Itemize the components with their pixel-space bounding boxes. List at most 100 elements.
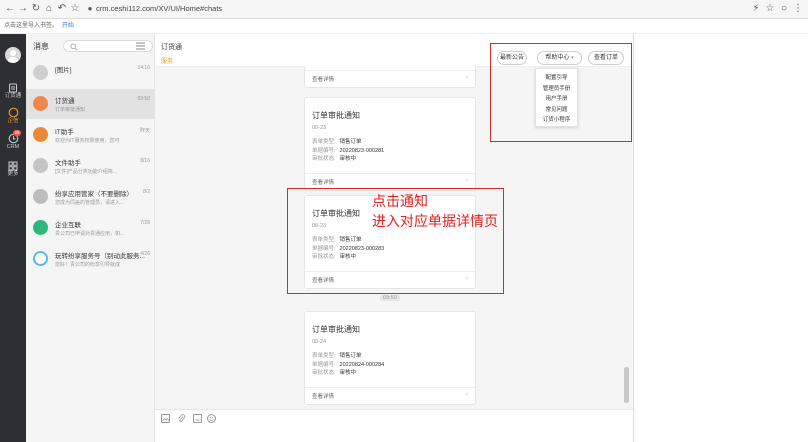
card-field-label: 单据编号: — [312, 147, 336, 154]
image-icon[interactable] — [161, 414, 170, 423]
emoji-icon[interactable] — [207, 414, 216, 423]
conversation-avatar-icon — [33, 189, 48, 204]
card-date: 08-24 — [312, 339, 327, 345]
conversation-item[interactable]: 订货通订单审批通知 09:50 — [26, 89, 154, 119]
chevron-right-icon: › — [465, 177, 468, 184]
chevron-right-icon: › — [465, 391, 468, 398]
conversation-preview: 您成为同盖的管理员，请进入... — [55, 200, 125, 206]
chat-icon — [8, 107, 18, 118]
file-icon[interactable] — [193, 414, 202, 423]
sidebar-item-label: 订货通 — [4, 93, 22, 99]
card-field-value: 审核中 — [339, 370, 357, 376]
approval-notice-card[interactable]: 订单审批通知 08-24 表单类型: 销售订单 单据编号: 20220824-000284… — [304, 311, 476, 405]
conversation-avatar-icon — [33, 158, 48, 173]
conversation-panel: 消息 [图片] 14:16 订货通订单审批通知 09:50 IT助手 欢迎为IT服务权限使… — [26, 34, 155, 442]
annotation-line-1: 点击通知 — [372, 193, 428, 209]
conversation-time: 8/16 — [140, 158, 150, 164]
card-field-label: 表单类型: — [312, 139, 336, 145]
card-field-label: 单据编号: — [312, 361, 336, 368]
undo-icon[interactable]: ↶ — [56, 3, 68, 15]
conversation-item[interactable]: 文件助手 [文件]产品分类功能介绍简... 8/16 — [26, 151, 154, 181]
forward-icon[interactable]: → — [17, 3, 29, 15]
browser-toolbar: ← → ↻ ⌂ ↶ ☆ ● crm.ceshi112.com/XV/UI/Hom… — [0, 0, 808, 19]
reload-icon[interactable]: ↻ — [30, 3, 42, 15]
card-field: 表单类型: 销售订单 — [312, 351, 362, 359]
conversation-avatar-icon — [33, 220, 48, 235]
card-field-value: 20220823-000281 — [339, 147, 385, 154]
card-field: 单据编号: 20220823-000281 — [312, 146, 384, 154]
order-icon — [9, 83, 17, 93]
conversation-time: 4/26 — [140, 251, 150, 257]
bookmark-hint: 点击这里导入书签。 开始 — [4, 23, 75, 29]
back-icon[interactable]: ← — [4, 3, 16, 15]
app-sidebar: 订货通 企信 28 CRM 更多 — [0, 34, 26, 442]
crm-badge: 28 — [13, 130, 22, 136]
lock-icon: ● — [87, 4, 93, 13]
conversation-name: [图片] — [55, 67, 72, 74]
sidebar-item-crm[interactable]: 28 CRM — [0, 130, 26, 154]
card-field-value: 20220824-000284 — [339, 361, 385, 368]
divider — [155, 409, 633, 410]
message-card-partial[interactable]: 查看详情 › — [304, 65, 476, 88]
menu-icon[interactable] — [136, 42, 145, 50]
conversation-name: 文件助手 — [55, 160, 81, 167]
chat-subtitle[interactable]: 服务 — [161, 56, 173, 65]
address-bar[interactable]: crm.ceshi112.com/XV/UI/Home#chats — [96, 3, 222, 15]
chevron-right-icon: › — [465, 74, 468, 81]
attach-icon[interactable] — [177, 414, 186, 423]
conversation-preview: 贵公司已申请对贵通应用，如... — [55, 231, 125, 237]
conversation-time: 09:50 — [137, 96, 150, 102]
approval-notice-card[interactable]: 订单审批通知 08-23 表单类型: 销售订单 单据编号: 20220823-000281… — [304, 97, 476, 191]
extension-icon[interactable]: ⚡ — [750, 3, 762, 15]
time-divider: 09:50 — [380, 295, 400, 301]
view-details-link[interactable]: 查看详情 — [312, 392, 334, 400]
sidebar-item-label: 企信 — [7, 118, 19, 124]
conversation-avatar-icon — [33, 127, 48, 142]
conversation-preview: 您好！贵公司的纷享引导就成 — [55, 262, 121, 268]
card-date: 08-23 — [312, 125, 327, 131]
sidebar-item-label: 更多 — [7, 171, 19, 177]
side-panel — [633, 34, 808, 442]
card-field-value: 销售订单 — [339, 353, 362, 359]
view-details-link[interactable]: 查看详情 — [312, 178, 334, 186]
conversation-name: 玩转纷享服务号（别动此服务... — [55, 253, 145, 260]
conversation-avatar-icon — [33, 96, 48, 111]
view-details-link[interactable]: 查看详情 — [312, 75, 334, 83]
conversation-time: 14:16 — [137, 65, 150, 71]
conversation-time: 7/28 — [140, 220, 150, 226]
conversation-avatar-icon — [33, 65, 48, 80]
card-title: 订单审批通知 — [312, 111, 360, 120]
browser-menu-icon[interactable]: ⋮ — [792, 3, 804, 15]
conversation-name: 企业互联 — [55, 222, 81, 229]
conversation-item[interactable]: IT助手 欢迎为IT服务权限使用，您可 昨天 — [26, 120, 154, 150]
conversation-item[interactable]: 企业互联贵公司已申请对贵通应用，如... 7/28 — [26, 213, 154, 243]
sidebar-item-more[interactable]: 更多 — [0, 160, 26, 182]
conversation-item[interactable]: 纷享应用管家（不要删除） 您成为同盖的管理员，请进入... 8/2 — [26, 182, 154, 212]
bookmark-star-icon[interactable]: ☆ — [764, 3, 776, 15]
conversation-item[interactable]: 玩转纷享服务号（别动此服务... 您好！贵公司的纷享引导就成 4/26 — [26, 244, 154, 274]
conversation-name: 订货通 — [55, 98, 75, 105]
sidebar-item-label: CRM — [6, 144, 20, 150]
card-field: 审批状态: 审核中 — [312, 154, 356, 162]
profile-icon[interactable]: ○ — [778, 3, 790, 15]
sidebar-item-ordering[interactable]: 订货通 — [0, 82, 26, 104]
card-footer[interactable]: 查看详情 › — [305, 70, 475, 87]
conversation-panel-title: 消息 — [33, 42, 49, 51]
bookmark-import-link[interactable]: 开始 — [62, 23, 74, 29]
conversation-preview: 订单审批通知 — [55, 107, 86, 113]
scrollbar[interactable] — [624, 367, 629, 403]
home-icon[interactable]: ⌂ — [43, 3, 55, 15]
chat-title: 订货通 — [161, 44, 182, 51]
annotation-line-2: 进入对应单据详情页 — [372, 213, 498, 229]
sidebar-item-messages[interactable]: 企信 — [0, 106, 26, 128]
card-footer[interactable]: 查看详情 › — [305, 387, 475, 404]
avatar[interactable] — [5, 47, 21, 63]
card-field-value: 销售订单 — [339, 139, 362, 145]
conversation-item[interactable]: [图片] 14:16 — [26, 58, 154, 88]
card-field-label: 审批状态: — [312, 370, 336, 376]
card-field-value: 审核中 — [339, 156, 357, 162]
card-field: 单据编号: 20220824-000284 — [312, 360, 384, 368]
search-icon — [70, 43, 78, 51]
conversation-time: 昨天 — [139, 128, 150, 134]
star-icon[interactable]: ☆ — [69, 3, 81, 15]
